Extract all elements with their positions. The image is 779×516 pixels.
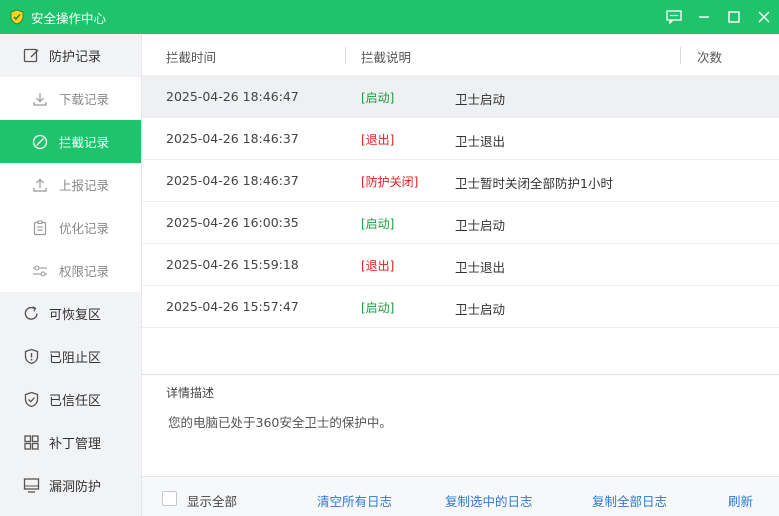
table-row[interactable]: 2025-04-26 16:00:35 [启动] 卫士启动: [142, 202, 779, 244]
table-row[interactable]: 2025-04-26 15:57:47 [启动] 卫士启动: [142, 286, 779, 328]
row-tag: [退出]: [361, 259, 395, 273]
row-desc: 卫士暂时关闭全部防护1小时: [455, 176, 613, 191]
sidebar-item-label: 可恢复区: [49, 308, 102, 323]
sidebar: 防护记录 下载记录 拦截记录 上报记录 优化记录 权限记录 可恢复区 已阻止区 …: [0, 34, 142, 516]
row-time: 2025-04-26 18:46:37: [166, 173, 299, 188]
feedback-button[interactable]: [659, 0, 689, 34]
maximize-button[interactable]: [719, 0, 749, 34]
minimize-icon: [698, 11, 710, 23]
sidebar-item-label: 漏洞防护: [49, 480, 102, 495]
detail-title: 详情描述: [166, 386, 215, 400]
sidebar-item-label: 上报记录: [59, 178, 110, 193]
sidebar-item-label: 优化记录: [59, 221, 110, 236]
detail-panel: 详情描述 您的电脑已处于360安全卫士的保护中。: [142, 374, 779, 476]
shield-logo-icon: [9, 9, 25, 25]
sidebar-item-blocked-zone[interactable]: 已阻止区: [0, 335, 141, 378]
copy-selected-logs-link[interactable]: 复制选中的日志: [445, 491, 533, 510]
row-time: 2025-04-26 15:57:47: [166, 299, 299, 314]
sidebar-item-vulnerability-protection[interactable]: 漏洞防护: [0, 464, 141, 507]
sidebar-item-label: 权限记录: [59, 264, 110, 279]
row-desc: 卫士退出: [455, 260, 506, 275]
shield-alert-icon: [22, 348, 40, 366]
row-tag: [退出]: [361, 133, 395, 147]
show-all-label[interactable]: 显示全部: [187, 491, 237, 510]
sidebar-item-label: 补丁管理: [49, 437, 102, 452]
row-tag: [启动]: [361, 301, 395, 315]
monitor-icon: [22, 477, 40, 495]
sidebar-item-label: 已阻止区: [49, 351, 102, 366]
title-bar: 安全操作中心: [0, 0, 779, 34]
shield-check-icon: [22, 391, 40, 409]
refresh-link[interactable]: 刷新: [728, 491, 753, 510]
clipboard-icon: [32, 220, 48, 236]
row-time: 2025-04-26 15:59:18: [166, 257, 299, 272]
sidebar-item-trusted-zone[interactable]: 已信任区: [0, 378, 141, 421]
row-desc: 卫士退出: [455, 134, 506, 149]
window-title: 安全操作中心: [31, 10, 107, 26]
row-desc: 卫士启动: [455, 218, 506, 233]
row-tag: [启动]: [361, 91, 395, 105]
sidebar-item-label: 防护记录: [49, 50, 102, 65]
row-time: 2025-04-26 18:46:37: [166, 131, 299, 146]
row-tag: [启动]: [361, 217, 395, 231]
edit-icon: [22, 47, 40, 65]
row-time: 2025-04-26 16:00:35: [166, 215, 299, 230]
clear-all-logs-link[interactable]: 清空所有日志: [317, 491, 392, 510]
column-divider[interactable]: [345, 47, 346, 64]
sliders-icon: [32, 263, 48, 279]
main-panel: 拦截时间 拦截说明 次数 2025-04-26 18:46:47 [启动] 卫士…: [142, 34, 779, 516]
sidebar-item-protection-records[interactable]: 防护记录: [0, 34, 141, 77]
sidebar-item-patch-management[interactable]: 补丁管理: [0, 421, 141, 464]
sidebar-item-label: 拦截记录: [59, 135, 110, 150]
sidebar-item-upload-records[interactable]: 上报记录: [0, 163, 141, 206]
upload-icon: [32, 177, 48, 193]
column-header-time[interactable]: 拦截时间: [166, 47, 216, 66]
footer-bar: 显示全部 清空所有日志 复制选中的日志 复制全部日志 刷新: [142, 476, 779, 516]
sidebar-item-block-records[interactable]: 拦截记录: [0, 120, 141, 163]
table-header: 拦截时间 拦截说明 次数: [142, 34, 779, 76]
sidebar-item-optimize-records[interactable]: 优化记录: [0, 206, 141, 249]
grid-icon: [22, 434, 40, 452]
row-desc: 卫士启动: [455, 92, 506, 107]
sidebar-item-permission-records[interactable]: 权限记录: [0, 249, 141, 292]
sidebar-item-label: 已信任区: [49, 394, 102, 409]
download-icon: [32, 91, 48, 107]
restore-icon: [22, 305, 40, 323]
column-divider[interactable]: [680, 47, 681, 64]
table-row[interactable]: 2025-04-26 18:46:37 [防护关闭] 卫士暂时关闭全部防护1小时: [142, 160, 779, 202]
copy-all-logs-link[interactable]: 复制全部日志: [592, 491, 667, 510]
close-button[interactable]: [749, 0, 779, 34]
feedback-icon: [666, 10, 682, 24]
column-header-count[interactable]: 次数: [697, 47, 722, 66]
log-table-body: 2025-04-26 18:46:47 [启动] 卫士启动 2025-04-26…: [142, 76, 779, 374]
table-row[interactable]: 2025-04-26 15:59:18 [退出] 卫士退出: [142, 244, 779, 286]
table-row[interactable]: 2025-04-26 18:46:37 [退出] 卫士退出: [142, 118, 779, 160]
row-time: 2025-04-26 18:46:47: [166, 89, 299, 104]
column-header-desc[interactable]: 拦截说明: [361, 47, 411, 66]
table-row[interactable]: 2025-04-26 18:46:47 [启动] 卫士启动: [142, 76, 779, 118]
close-icon: [758, 11, 770, 23]
block-icon: [32, 134, 48, 150]
sidebar-sub-group: 下载记录 拦截记录 上报记录 优化记录 权限记录: [0, 77, 141, 292]
maximize-icon: [728, 11, 740, 23]
row-tag: [防护关闭]: [361, 175, 419, 189]
minimize-button[interactable]: [689, 0, 719, 34]
sidebar-item-download-records[interactable]: 下载记录: [0, 77, 141, 120]
sidebar-item-restore-zone[interactable]: 可恢复区: [0, 292, 141, 335]
row-desc: 卫士启动: [455, 302, 506, 317]
show-all-checkbox[interactable]: [162, 491, 177, 506]
detail-text: 您的电脑已处于360安全卫士的保护中。: [168, 415, 392, 430]
sidebar-item-label: 下载记录: [59, 92, 110, 107]
